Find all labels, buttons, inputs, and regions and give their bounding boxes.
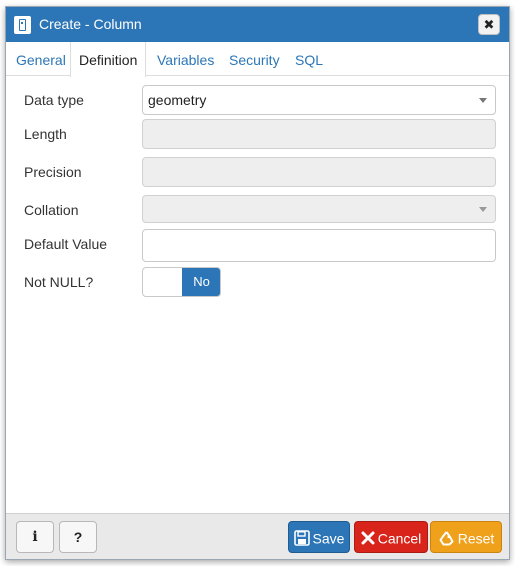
precision-label: Precision: [24, 164, 82, 180]
collation-label: Collation: [24, 202, 79, 218]
floppy-disk-icon: [293, 530, 310, 547]
chevron-down-icon[interactable]: [479, 207, 487, 212]
length-label: Length: [24, 126, 67, 142]
data-type-label: Data type: [24, 92, 84, 108]
dialog-footer: i ? Save Cancel Reset: [6, 513, 509, 559]
data-type-value: geometry: [148, 92, 207, 108]
save-button[interactable]: Save: [288, 521, 350, 553]
precision-input[interactable]: [142, 157, 496, 187]
cancel-button[interactable]: Cancel: [354, 521, 428, 553]
column-icon: [14, 16, 31, 34]
info-icon: i: [32, 529, 38, 545]
default-value-label: Default Value: [24, 236, 108, 252]
dialog-title: Create - Column: [39, 16, 142, 32]
collation-select[interactable]: [142, 195, 496, 223]
tab-variables[interactable]: Variables: [149, 42, 222, 76]
close-icon: ✖: [483, 17, 495, 32]
info-button[interactable]: i: [16, 521, 54, 553]
tab-bar: General Definition Variables Security SQ…: [6, 42, 509, 77]
help-icon: ?: [73, 529, 83, 545]
close-button[interactable]: ✖: [478, 14, 500, 35]
not-null-toggle[interactable]: No: [142, 267, 221, 297]
not-null-toggle-state: No: [182, 268, 220, 296]
reset-button[interactable]: Reset: [430, 521, 502, 553]
recycle-icon: [439, 531, 454, 546]
not-null-label: Not NULL?: [24, 274, 94, 290]
create-column-dialog: Create - Column ✖ General Definition Var…: [5, 6, 510, 560]
help-button[interactable]: ?: [59, 521, 97, 553]
length-input[interactable]: [142, 119, 496, 149]
default-value-input[interactable]: [142, 229, 496, 262]
tab-security[interactable]: Security: [221, 42, 288, 76]
dialog-titlebar[interactable]: Create - Column ✖: [6, 7, 509, 42]
tab-general[interactable]: General: [8, 42, 74, 76]
x-mark-icon: [361, 531, 375, 545]
chevron-down-icon[interactable]: [479, 98, 487, 103]
tab-definition[interactable]: Definition: [70, 42, 147, 77]
data-type-select[interactable]: geometry: [142, 85, 496, 115]
tab-sql[interactable]: SQL: [287, 42, 331, 76]
